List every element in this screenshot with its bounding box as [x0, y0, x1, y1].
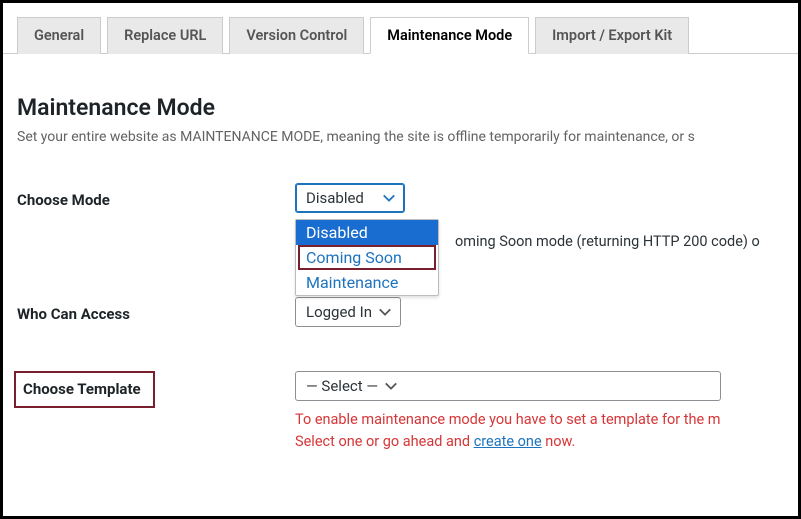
template-warning-line2-pre: Select one or go ahead and: [295, 433, 474, 450]
option-coming-soon[interactable]: Coming Soon: [298, 245, 436, 270]
select-who-can-access-value: Logged In: [306, 303, 372, 321]
option-disabled[interactable]: Disabled: [296, 220, 438, 245]
create-one-link[interactable]: create one: [474, 433, 542, 450]
select-who-can-access[interactable]: Logged In: [295, 297, 401, 327]
tab-import-export-kit[interactable]: Import / Export Kit: [535, 17, 689, 54]
label-who-can-access: Who Can Access: [17, 297, 295, 323]
field-choose-template: — Select — To enable maintenance mode yo…: [295, 371, 721, 453]
dropdown-choose-mode: Disabled Coming Soon Maintenance: [295, 219, 439, 296]
select-choose-mode-value: Disabled: [306, 189, 364, 207]
settings-panel: General Replace URL Version Control Main…: [0, 0, 801, 519]
tab-replace-url[interactable]: Replace URL: [107, 17, 223, 54]
row-choose-mode: Choose Mode Disabled Disabled Coming Soo…: [17, 183, 798, 223]
select-choose-template[interactable]: — Select —: [295, 371, 721, 401]
label-choose-mode: Choose Mode: [17, 183, 295, 209]
row-choose-template: Choose Template — Select — To enable mai…: [17, 371, 798, 453]
select-choose-template-value: — Select —: [306, 377, 378, 395]
select-choose-mode[interactable]: Disabled: [295, 183, 405, 213]
content-area: Maintenance Mode Set your entire website…: [3, 54, 798, 453]
chevron-down-icon: [384, 379, 398, 393]
tab-general[interactable]: General: [17, 17, 101, 54]
template-warning: To enable maintenance mode you have to s…: [295, 409, 721, 453]
page-title: Maintenance Mode: [17, 94, 798, 121]
tabs-bar: General Replace URL Version Control Main…: [3, 3, 798, 54]
tab-version-control[interactable]: Version Control: [229, 17, 364, 54]
template-warning-line2: Select one or go ahead and create one no…: [295, 431, 721, 453]
chevron-down-icon: [378, 305, 392, 319]
chevron-down-icon: [382, 191, 396, 205]
page-description: Set your entire website as MAINTENANCE M…: [17, 129, 798, 145]
choose-mode-hint: oming Soon mode (returning HTTP 200 code…: [455, 227, 760, 250]
template-warning-line2-post: now.: [542, 433, 576, 450]
template-warning-line1: To enable maintenance mode you have to s…: [295, 409, 721, 431]
tab-maintenance-mode[interactable]: Maintenance Mode: [370, 17, 529, 54]
label-choose-template: Choose Template: [14, 371, 155, 408]
field-choose-mode: Disabled Disabled Coming Soon Maintenanc…: [295, 183, 405, 213]
row-who-can-access: Who Can Access Logged In: [17, 297, 798, 337]
field-who-can-access: Logged In: [295, 297, 401, 327]
option-maintenance[interactable]: Maintenance: [296, 270, 438, 295]
